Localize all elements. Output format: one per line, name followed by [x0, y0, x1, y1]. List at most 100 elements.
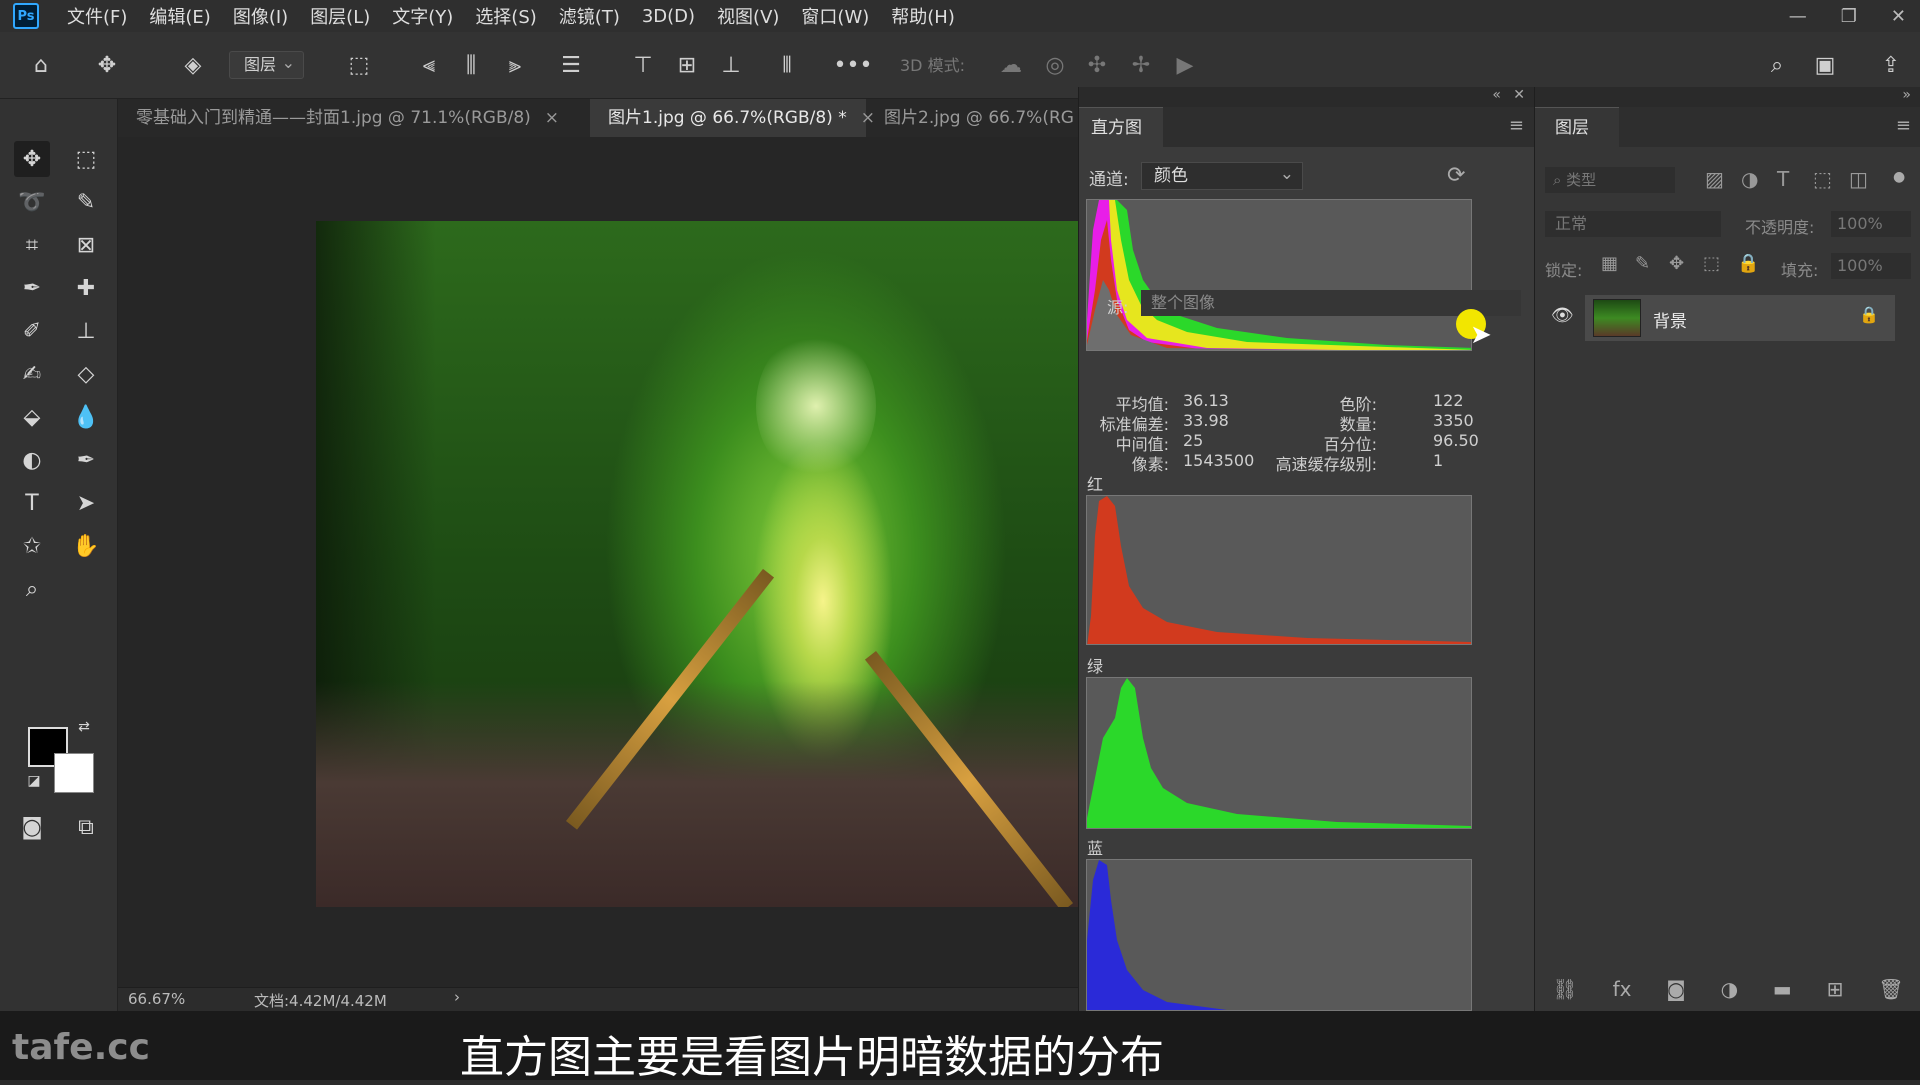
menu-image[interactable]: 图像(I) — [233, 3, 288, 29]
path-select-icon[interactable]: ➤ — [68, 485, 104, 521]
filter-type-icon[interactable]: T — [1777, 167, 1789, 191]
pen-tool-icon[interactable]: ✒ — [68, 442, 104, 478]
align-middle-icon[interactable]: ⊞ — [672, 50, 702, 80]
history-brush-icon[interactable]: ✍ — [14, 356, 50, 392]
transform-controls-icon[interactable]: ⬚ — [344, 50, 374, 80]
tab-layers[interactable]: 图层 — [1535, 107, 1619, 147]
crop-tool-icon[interactable]: ⌗ — [14, 227, 50, 263]
default-colors-icon[interactable]: ◪ — [24, 771, 44, 791]
restore-icon[interactable]: ❐ — [1841, 6, 1857, 27]
quick-mask-icon[interactable]: ◙ — [14, 809, 50, 845]
quick-select-tool-icon[interactable]: ✎ — [68, 184, 104, 220]
paint-bucket-icon[interactable]: ⬙ — [14, 399, 50, 435]
tab-histogram[interactable]: 直方图 — [1079, 107, 1163, 147]
align-center-icon[interactable]: ⫼ — [456, 50, 486, 80]
share-icon[interactable]: ⇪ — [1876, 50, 1906, 80]
home-icon[interactable]: ⌂ — [26, 50, 56, 80]
lock-pixels-icon[interactable]: ✎ — [1635, 253, 1650, 274]
3d-roll-icon[interactable]: ◎ — [1040, 50, 1070, 80]
menu-help[interactable]: 帮助(H) — [891, 3, 955, 29]
menu-select[interactable]: 选择(S) — [475, 3, 536, 29]
new-layer-icon[interactable]: ⊞ — [1827, 977, 1844, 1001]
hand-tool-icon[interactable]: ✋ — [68, 528, 104, 564]
shape-tool-icon[interactable]: ✩ — [14, 528, 50, 564]
menu-edit[interactable]: 编辑(E) — [149, 3, 210, 29]
lock-all-icon[interactable]: 🔒 — [1737, 253, 1759, 274]
tab-image2[interactable]: 图片2.jpg @ 66.7%(RG — [866, 99, 1078, 137]
fill-input[interactable]: 100% — [1831, 253, 1911, 279]
dodge-tool-icon[interactable]: ◐ — [14, 442, 50, 478]
search-icon[interactable]: ⌕ — [1762, 50, 1792, 80]
lock-artboard-icon[interactable]: ⬚ — [1703, 253, 1720, 274]
visibility-eye-icon[interactable]: 👁 — [1551, 305, 1574, 326]
blur-tool-icon[interactable]: 💧 — [68, 399, 104, 435]
menu-file[interactable]: 文件(F) — [67, 3, 127, 29]
filter-smart-icon[interactable]: ◫ — [1849, 167, 1868, 191]
healing-brush-icon[interactable]: ✚ — [68, 270, 104, 306]
align-right-icon[interactable]: ⫸ — [500, 50, 530, 80]
menu-view[interactable]: 视图(V) — [717, 3, 779, 29]
delete-layer-icon[interactable]: 🗑 — [1878, 977, 1903, 1001]
close-panel-icon[interactable]: ✕ — [1513, 87, 1525, 103]
refresh-icon[interactable]: ⟳ — [1447, 163, 1465, 188]
filter-shape-icon[interactable]: ⬚ — [1813, 167, 1832, 191]
zoom-level[interactable]: 66.67% — [128, 990, 185, 1008]
menu-layer[interactable]: 图层(L) — [310, 3, 370, 29]
menu-type[interactable]: 文字(Y) — [392, 3, 453, 29]
move-tool-icon[interactable]: ✥ — [92, 50, 122, 80]
panel-menu-icon[interactable]: ≡ — [1509, 115, 1524, 136]
tab-image1[interactable]: 图片1.jpg @ 66.7%(RGB/8) * × — [590, 99, 875, 137]
status-arrow-icon[interactable]: › — [454, 988, 460, 1006]
opacity-input[interactable]: 100% — [1831, 211, 1911, 237]
3d-orbit-icon[interactable]: ☁ — [996, 50, 1026, 80]
stamp-tool-icon[interactable]: ⊥ — [68, 313, 104, 349]
auto-select-icon[interactable]: ◈ — [178, 50, 208, 80]
align-left-icon[interactable]: ⫷ — [414, 50, 444, 80]
move-tool-icon[interactable]: ✥ — [14, 141, 50, 177]
menu-filter[interactable]: 滤镜(T) — [559, 3, 620, 29]
screen-mode-icon[interactable]: ⧉ — [68, 809, 104, 845]
eraser-tool-icon[interactable]: ◇ — [68, 356, 104, 392]
background-color-swatch[interactable] — [54, 753, 94, 793]
lasso-tool-icon[interactable]: ➰ — [14, 184, 50, 220]
link-layers-icon[interactable]: ⛓ — [1552, 977, 1577, 1001]
more-options-icon[interactable]: ••• — [834, 50, 873, 80]
panel-menu-icon[interactable]: ≡ — [1896, 115, 1911, 136]
filter-image-icon[interactable]: ▨ — [1705, 167, 1724, 191]
layer-row-background[interactable]: 背景 🔒 — [1585, 295, 1895, 341]
layer-filter-dropdown[interactable]: ⌕ 类型 — [1545, 167, 1675, 193]
frame-tool-icon[interactable]: ⊠ — [68, 227, 104, 263]
group-folder-icon[interactable]: ▬ — [1773, 977, 1792, 1001]
align-top-icon[interactable]: ⊤ — [628, 50, 658, 80]
type-tool-icon[interactable]: T — [14, 485, 50, 521]
channel-dropdown[interactable]: 颜色 ⌄ — [1141, 162, 1303, 190]
distribute-icon[interactable]: ☰ — [556, 50, 586, 80]
filter-toggle-icon[interactable]: ● — [1893, 169, 1905, 185]
3d-pan-icon[interactable]: ✣ — [1082, 50, 1112, 80]
zoom-tool-icon[interactable]: ⌕ — [14, 571, 50, 607]
menu-window[interactable]: 窗口(W) — [801, 3, 869, 29]
document-image[interactable] — [316, 221, 1078, 907]
add-mask-icon[interactable]: ◙ — [1666, 977, 1685, 1001]
collapse-icon[interactable]: « — [1492, 87, 1501, 103]
swap-colors-icon[interactable]: ⇄ — [74, 717, 94, 737]
fx-icon[interactable]: fx — [1613, 977, 1632, 1001]
eyedropper-tool-icon[interactable]: ✒ — [14, 270, 50, 306]
brush-tool-icon[interactable]: ✐ — [14, 313, 50, 349]
3d-slide-icon[interactable]: ✢ — [1126, 50, 1156, 80]
filter-adjustment-icon[interactable]: ◑ — [1741, 167, 1758, 191]
distribute-horizontal-icon[interactable]: ⫴ — [772, 50, 802, 80]
align-bottom-icon[interactable]: ⊥ — [716, 50, 746, 80]
menu-3d[interactable]: 3D(D) — [642, 6, 695, 27]
minimize-icon[interactable]: — — [1789, 6, 1807, 27]
expand-icon[interactable]: » — [1902, 87, 1911, 103]
lock-transparent-icon[interactable]: ▦ — [1601, 253, 1618, 274]
tab-cover[interactable]: 零基础入门到精通——封面1.jpg @ 71.1%(RGB/8) × — [118, 99, 590, 137]
close-window-icon[interactable]: ✕ — [1891, 6, 1906, 27]
blend-mode-dropdown[interactable]: 正常 — [1545, 211, 1721, 237]
close-tab-icon[interactable]: × — [545, 108, 559, 128]
adjustment-layer-icon[interactable]: ◑ — [1721, 977, 1738, 1001]
workspace-icon[interactable]: ▣ — [1810, 50, 1840, 80]
lock-position-icon[interactable]: ✥ — [1669, 253, 1684, 274]
marquee-tool-icon[interactable]: ⬚ — [68, 141, 104, 177]
